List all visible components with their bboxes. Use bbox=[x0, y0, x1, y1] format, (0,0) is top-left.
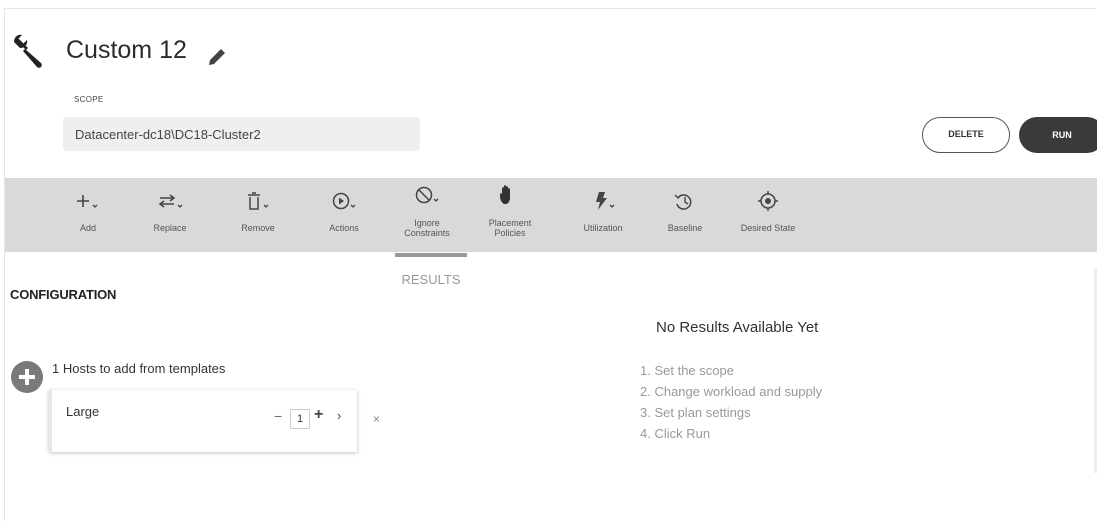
delete-button[interactable]: DELETE bbox=[922, 117, 1010, 153]
step-item: 4. Click Run bbox=[640, 426, 711, 441]
toolbar-baseline-label: Baseline bbox=[667, 223, 703, 233]
add-circle-icon[interactable] bbox=[11, 361, 43, 393]
run-button[interactable]: RUN bbox=[1019, 117, 1097, 153]
pencil-icon[interactable] bbox=[206, 46, 228, 68]
increment-button[interactable]: + bbox=[314, 406, 323, 424]
trash-dropdown-icon bbox=[248, 192, 269, 210]
template-card: Large − 1 + › bbox=[49, 390, 357, 452]
toolbar-utilization[interactable]: Utilization bbox=[568, 178, 638, 252]
toolbar-actions[interactable]: Actions bbox=[316, 178, 372, 252]
toolbar-replace[interactable]: Replace bbox=[142, 178, 198, 252]
toolbar-replace-label: Replace bbox=[153, 223, 187, 233]
remove-template-button[interactable]: × bbox=[373, 412, 380, 426]
replace-arrows-icon bbox=[158, 194, 183, 208]
step-item: 2. Change workload and supply bbox=[640, 384, 823, 399]
toolbar-add-label: Add bbox=[79, 223, 96, 233]
page-title: Custom 12 bbox=[66, 36, 187, 64]
step-item: 1. Set the scope bbox=[640, 363, 734, 378]
hosts-to-add-text: 1 Hosts to add from templates bbox=[52, 361, 226, 376]
tab-results[interactable]: RESULTS bbox=[395, 272, 467, 287]
toolbar-utilization-label: Utilization bbox=[583, 223, 623, 233]
decrement-button[interactable]: − bbox=[274, 408, 282, 424]
toolbar-placement-policies[interactable]: Placement Policies bbox=[480, 178, 540, 252]
scope-field[interactable]: Datacenter-dc18\DC18-Cluster2 bbox=[63, 117, 420, 151]
ban-dropdown-icon bbox=[415, 186, 439, 204]
no-results-title: No Results Available Yet bbox=[656, 319, 819, 336]
toolbar-actions-label: Actions bbox=[329, 223, 359, 233]
toolbar-desired-state-label: Desired State bbox=[740, 223, 796, 233]
chevron-right-icon[interactable]: › bbox=[337, 408, 341, 423]
results-steps: 1. Set the scope 2. Change workload and … bbox=[640, 360, 822, 444]
history-icon bbox=[674, 194, 692, 210]
bolt-dropdown-icon bbox=[596, 192, 615, 210]
hand-icon bbox=[500, 185, 510, 204]
results-tab-indicator bbox=[395, 253, 467, 257]
toolbar-remove-label: Remove bbox=[241, 223, 275, 233]
toolbar-desired-state[interactable]: Desired State bbox=[728, 178, 808, 252]
quantity-input[interactable]: 1 bbox=[290, 409, 310, 429]
toolbar-remove[interactable]: Remove bbox=[230, 178, 286, 252]
toolbar-baseline[interactable]: Baseline bbox=[655, 178, 715, 252]
play-circle-dropdown-icon bbox=[332, 192, 356, 210]
configuration-title: CONFIGURATION bbox=[10, 287, 117, 302]
toolbar-placement-policies-label: Placement Policies bbox=[488, 218, 532, 238]
toolbar-ignore-constraints[interactable]: Ignore Constraints bbox=[392, 178, 462, 252]
plus-dropdown-icon bbox=[77, 195, 98, 208]
target-icon bbox=[758, 191, 778, 211]
wrench-icon bbox=[14, 34, 42, 68]
toolbar-ignore-constraints-label: Ignore Constraints bbox=[404, 218, 450, 238]
plan-toolbar: Add Replace Remove Actions Ignore Constr… bbox=[5, 178, 1097, 252]
step-item: 3. Set plan settings bbox=[640, 405, 751, 420]
toolbar-add[interactable]: Add bbox=[65, 178, 111, 252]
template-name: Large bbox=[66, 404, 100, 419]
scope-label: SCOPE bbox=[74, 95, 104, 104]
